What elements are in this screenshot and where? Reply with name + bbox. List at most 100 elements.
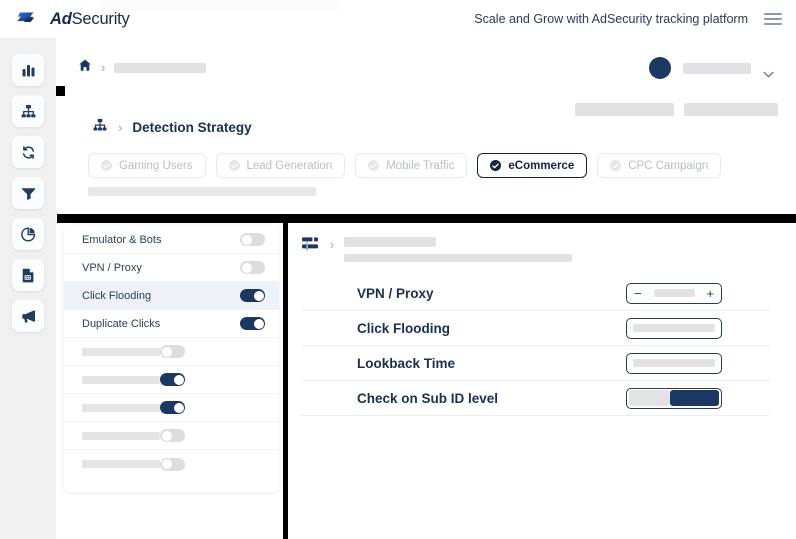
megaphone-icon <box>20 308 37 325</box>
segment-option-active[interactable] <box>670 390 720 406</box>
list-item[interactable] <box>64 394 279 422</box>
sidebar-item-filters[interactable] <box>12 177 44 209</box>
sync-icon <box>20 144 37 161</box>
list-item-placeholder <box>82 403 160 412</box>
detail-title-placeholder <box>344 237 437 247</box>
tab-label: Mobile Traffic <box>386 159 455 172</box>
hamburger-menu-icon[interactable] <box>764 13 782 25</box>
detail-row-click-flooding: Click Flooding <box>300 311 770 346</box>
list-item-placeholder <box>82 460 160 468</box>
list-item-toggle[interactable] <box>160 373 185 386</box>
detail-row-lookback-time: Lookback Time <box>300 346 770 381</box>
list-item[interactable]: Duplicate Clicks <box>64 310 279 338</box>
tab-label: Gaming Users <box>119 159 193 172</box>
list-item[interactable] <box>64 450 279 478</box>
detail-row-label: Check on Sub ID level <box>357 390 499 406</box>
field-value-placeholder <box>633 324 715 332</box>
page-title-row: › Detection Strategy <box>92 117 252 138</box>
list-item-toggle[interactable] <box>160 429 185 442</box>
list-item[interactable] <box>64 422 279 450</box>
field-value-placeholder <box>633 359 715 367</box>
header-right: Scale and Grow with AdSecurity tracking … <box>474 12 796 26</box>
chevron-down-icon[interactable] <box>763 65 774 77</box>
list-item-placeholder <box>82 347 160 356</box>
tab-gaming-users[interactable]: Gaming Users <box>88 153 206 178</box>
list-item-label: Emulator & Bots <box>82 233 162 246</box>
divider-vertical <box>283 223 288 539</box>
sidebar-item-reports[interactable] <box>12 218 44 250</box>
header-tagline: Scale and Grow with AdSecurity tracking … <box>474 12 748 26</box>
list-item[interactable] <box>64 338 279 366</box>
header-action-placeholders <box>575 103 778 116</box>
divider-horizontal <box>57 214 796 223</box>
breadcrumb: › <box>78 58 207 77</box>
list-item[interactable]: Click Flooding <box>64 282 279 310</box>
header-action-placeholder <box>575 103 674 116</box>
tab-mobile-traffic[interactable]: Mobile Traffic <box>355 153 468 178</box>
detail-header-placeholders <box>344 234 573 262</box>
list-item-label: VPN / Proxy <box>82 261 142 274</box>
sidebar-item-sync[interactable] <box>12 136 44 168</box>
check-circle-icon <box>490 160 502 171</box>
stepper-increment-button[interactable]: + <box>706 287 714 300</box>
page-title-separator: › <box>118 120 123 135</box>
list-item-toggle[interactable] <box>160 457 185 471</box>
list-item-label: Duplicate Clicks <box>82 317 161 330</box>
header-action-placeholder <box>684 103 778 116</box>
sitemap-icon <box>92 117 108 138</box>
brand-name: AdSecurity <box>50 10 130 29</box>
icon-rail <box>0 38 56 539</box>
edge-marker <box>56 86 65 96</box>
header-skeleton-strip <box>100 0 340 10</box>
quantity-stepper[interactable]: − + <box>626 282 722 304</box>
detail-row-vpn-proxy: VPN / Proxy − + <box>300 276 770 311</box>
sidebar-item-analytics[interactable] <box>12 54 44 86</box>
list-item-toggle[interactable] <box>240 317 265 330</box>
app-header: AdSecurity Scale and Grow with AdSecurit… <box>0 0 796 38</box>
lookback-time-field[interactable] <box>626 352 722 374</box>
subtitle-placeholder <box>88 187 316 196</box>
sidebar-item-schedules[interactable] <box>12 259 44 291</box>
stepper-value-placeholder <box>653 289 695 297</box>
pie-chart-icon <box>20 226 37 243</box>
user-menu[interactable] <box>649 57 774 79</box>
list-item[interactable]: Emulator & Bots <box>64 226 279 254</box>
stepper-decrement-button[interactable]: − <box>634 287 642 300</box>
list-item-toggle[interactable] <box>240 289 265 302</box>
detail-subtitle-placeholder <box>344 254 573 262</box>
breadcrumb-placeholder <box>114 62 207 73</box>
segment-option-inactive[interactable] <box>628 390 671 406</box>
avatar <box>649 57 671 79</box>
list-item-toggle[interactable] <box>240 233 265 246</box>
app-root: AdSecurity Scale and Grow with AdSecurit… <box>0 0 796 539</box>
home-icon[interactable] <box>78 58 92 77</box>
check-circle-icon <box>610 160 622 171</box>
list-item[interactable] <box>64 366 279 394</box>
sitemap-icon <box>20 103 37 120</box>
tab-lead-generation[interactable]: Lead Generation <box>215 153 346 178</box>
sidebar-item-detection-strategy[interactable] <box>12 95 44 127</box>
tab-label: eCommerce <box>508 159 575 172</box>
click-flooding-field[interactable] <box>626 317 722 339</box>
tab-label: Lead Generation <box>246 159 333 172</box>
sub-id-segmented-control[interactable] <box>626 387 722 409</box>
detail-row-label: VPN / Proxy <box>357 285 434 301</box>
rule-list-panel: Emulator & Bots VPN / Proxy Click Floodi… <box>64 226 279 492</box>
username-placeholder <box>683 62 751 74</box>
list-item[interactable]: VPN / Proxy <box>64 254 279 282</box>
list-item-toggle[interactable] <box>160 345 185 358</box>
detail-row-label: Lookback Time <box>357 355 456 371</box>
brand-logo[interactable]: AdSecurity <box>0 8 130 30</box>
funnel-icon <box>20 185 37 202</box>
check-circle-icon <box>368 160 380 171</box>
detail-separator: › <box>330 237 335 252</box>
breadcrumb-separator: › <box>101 60 106 75</box>
list-item-placeholder <box>82 375 160 384</box>
sidebar-item-campaigns[interactable] <box>12 300 44 332</box>
tab-ecommerce[interactable]: eCommerce <box>477 153 588 178</box>
brand-name-light: Security <box>71 9 130 28</box>
list-item-toggle[interactable] <box>240 261 265 274</box>
tab-cpc-campaign[interactable]: CPC Campaign <box>597 153 722 178</box>
detail-header: › <box>300 234 770 262</box>
list-item-toggle[interactable] <box>160 401 185 414</box>
